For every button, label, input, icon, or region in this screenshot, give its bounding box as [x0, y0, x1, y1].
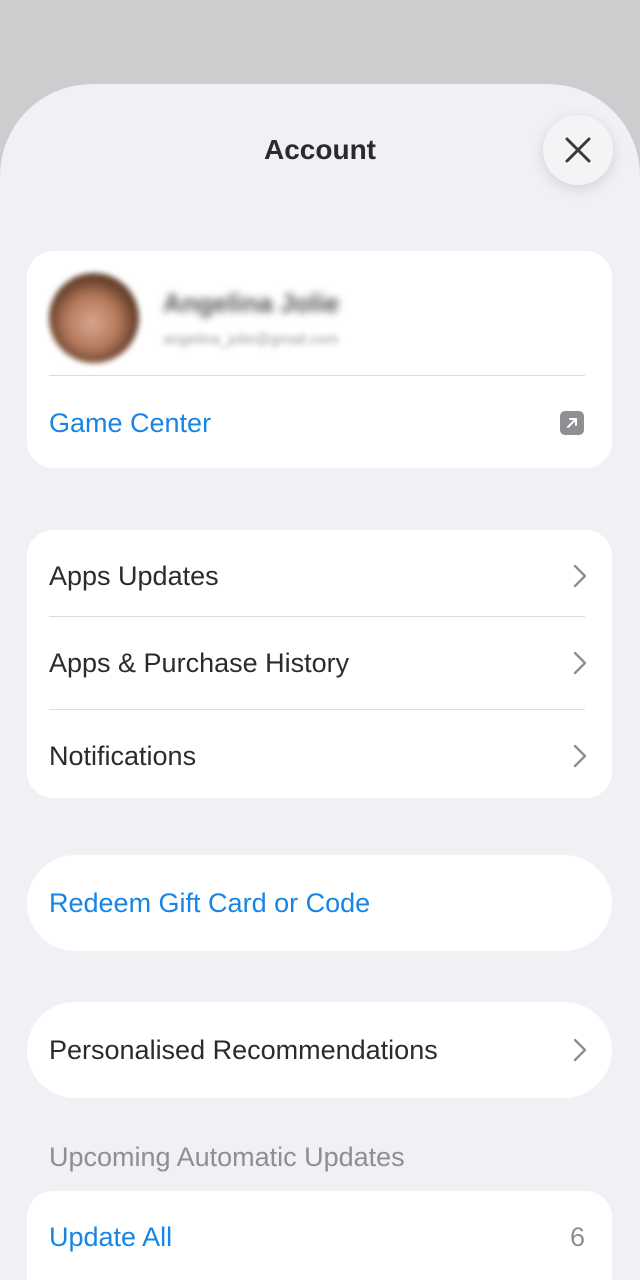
external-link-icon	[560, 411, 584, 435]
profile-name[interactable]: Angelina Jolie	[163, 288, 339, 319]
redeem-gift-card-button[interactable]: Redeem Gift Card or Code	[27, 855, 612, 951]
menu-item-purchase-history[interactable]: Apps & Purchase History	[27, 617, 612, 709]
game-center-label: Game Center	[49, 407, 212, 438]
profile-email: angelina_jolie@gmail.com	[163, 331, 339, 348]
close-icon	[565, 137, 591, 163]
update-all-row[interactable]: Update All 6	[27, 1191, 612, 1280]
chevron-right-icon	[573, 564, 587, 588]
menu-item-notifications[interactable]: Notifications	[27, 710, 612, 798]
account-sheet: Account Angelina Jolie angelina_jolie@gm…	[0, 84, 640, 1280]
recommendations-row[interactable]: Personalised Recommendations	[27, 1004, 612, 1096]
avatar[interactable]	[49, 273, 139, 363]
menu-item-label: Notifications	[49, 740, 197, 771]
menu-item-apps-updates[interactable]: Apps Updates	[27, 530, 612, 622]
personalised-recommendations-row[interactable]: Personalised Recommendations	[27, 1002, 612, 1098]
update-all-button[interactable]: Update All	[49, 1222, 172, 1253]
close-button[interactable]	[543, 115, 613, 185]
game-center-row[interactable]: Game Center	[27, 377, 612, 468]
chevron-right-icon	[573, 651, 587, 675]
menu-item-label: Apps Updates	[49, 560, 219, 591]
section-header: Upcoming Automatic Updates	[49, 1142, 405, 1172]
profile-card: Angelina Jolie angelina_jolie@gmail.com …	[27, 251, 612, 468]
menu-item-label: Apps & Purchase History	[49, 647, 350, 678]
chevron-right-icon	[573, 744, 587, 768]
divider	[49, 375, 585, 376]
update-all-card: Update All 6	[27, 1191, 612, 1280]
recommendations-label: Personalised Recommendations	[49, 1034, 438, 1065]
redeem-label: Redeem Gift Card or Code	[49, 887, 371, 918]
chevron-right-icon	[573, 1038, 587, 1062]
update-count: 6	[569, 1221, 585, 1252]
redeem-row[interactable]: Redeem Gift Card or Code	[27, 857, 612, 949]
menu-card: Apps Updates Apps & Purchase History Not…	[27, 530, 612, 798]
